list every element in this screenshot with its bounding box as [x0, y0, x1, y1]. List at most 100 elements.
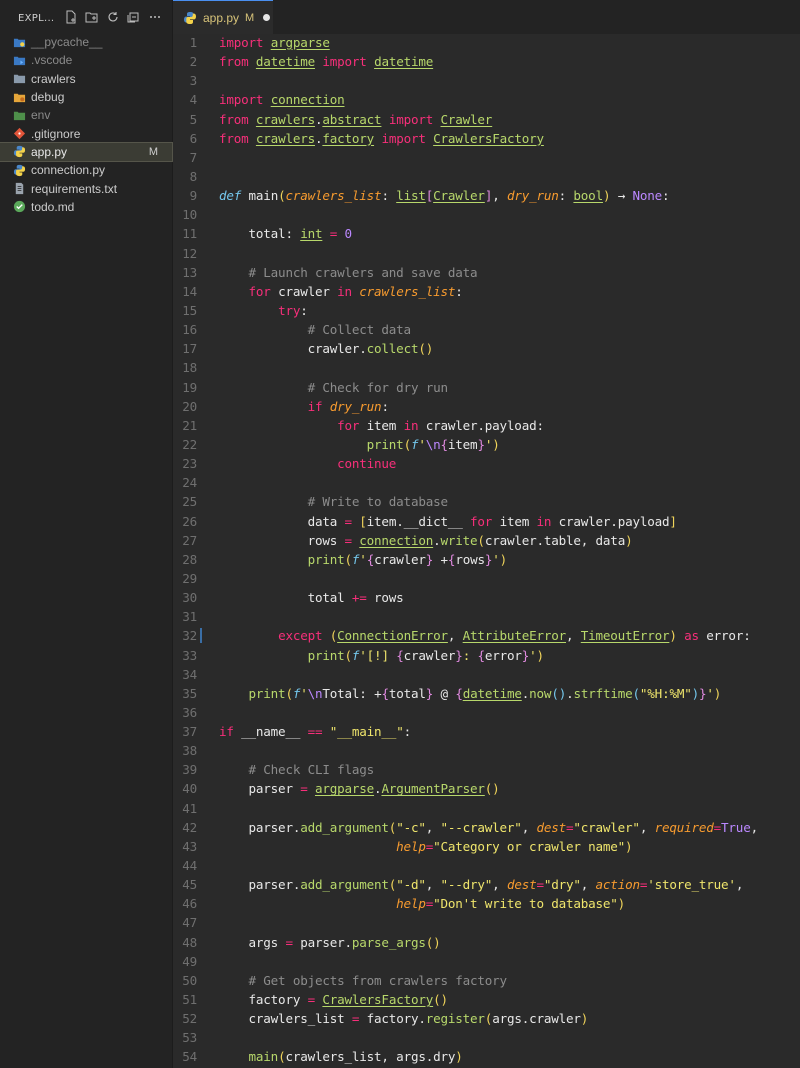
line-number: 19: [182, 379, 197, 395]
code-line: 39 # Check CLI flags: [173, 760, 800, 779]
tree-item-crawlers[interactable]: crawlers: [0, 70, 172, 88]
line-number: 51: [182, 992, 197, 1008]
line-number: 46: [182, 896, 197, 912]
tree-item-label: connection.py: [31, 163, 106, 178]
tree-item-label: .vscode: [31, 53, 73, 68]
tree-item-env[interactable]: env: [0, 106, 172, 124]
line-number: 20: [182, 398, 197, 414]
code-line: 46 help="Don't write to database"): [173, 894, 800, 913]
tree-item-label: todo.md: [31, 199, 75, 214]
line-number: 14: [182, 283, 197, 299]
line-number: 18: [182, 360, 197, 376]
code-line: 38: [173, 741, 800, 760]
new-file-icon[interactable]: [64, 10, 78, 24]
more-icon[interactable]: [148, 10, 162, 24]
line-number: 3: [189, 73, 198, 89]
tab-app-py[interactable]: app.py M: [173, 0, 273, 34]
tree-item-app-py[interactable]: app.py M: [0, 141, 173, 163]
tree-item-label: __pycache__: [31, 35, 103, 50]
line-number: 30: [182, 590, 197, 606]
tree-item-connection-py[interactable]: connection.py: [0, 161, 172, 179]
code-line: 21 for item in crawler.payload:: [173, 416, 800, 435]
tree-item-todo[interactable]: todo.md: [0, 198, 172, 216]
tree-item-label: debug: [31, 90, 65, 105]
code-line: 14 for crawler in crawlers_list:: [173, 282, 800, 301]
line-number: 13: [182, 264, 197, 280]
collapse-icon[interactable]: [127, 10, 141, 24]
code-line: 13 # Launch crawlers and save data: [173, 263, 800, 282]
unsaved-dot-icon[interactable]: [263, 14, 271, 21]
git-change-marker[interactable]: [200, 628, 202, 644]
line-number: 24: [182, 475, 197, 491]
line-number: 40: [182, 781, 197, 797]
code-line: 18: [173, 358, 800, 377]
code-line: 5 from crawlers.abstract import Crawler: [173, 110, 800, 129]
code-area[interactable]: 1 import argparse 2 from datetime import d…: [173, 33, 800, 1067]
code-line: 42 parser.add_argument("-c", "--crawler"…: [173, 818, 800, 837]
markdown-icon: [12, 200, 26, 214]
code-line: 51 factory = CrawlersFactory(): [173, 990, 800, 1009]
code-line: 33 print(f'[!] {crawler}: {error}'): [173, 646, 800, 665]
code-line: 24: [173, 473, 800, 492]
line-number: 43: [182, 838, 197, 854]
line-number: 54: [182, 1049, 197, 1065]
line-number: 4: [189, 92, 198, 108]
code-line: 44: [173, 856, 800, 875]
code-line: 31: [173, 607, 800, 626]
python-icon: [12, 163, 26, 177]
code-line: 7: [173, 148, 800, 167]
refresh-icon[interactable]: [106, 10, 120, 24]
code-line: 30 total += rows: [173, 588, 800, 607]
line-number: 28: [182, 551, 197, 567]
code-line: 16 # Collect data: [173, 320, 800, 339]
tree-item-debug[interactable]: debug: [0, 88, 172, 106]
tree-item-pycache[interactable]: __pycache__: [0, 33, 172, 51]
code-line: 17 crawler.collect(): [173, 339, 800, 358]
line-number: 49: [182, 953, 197, 969]
code-line: 49: [173, 952, 800, 971]
file-tree: __pycache__ .vscode crawlers debug env .…: [0, 33, 173, 216]
code-line: 12: [173, 244, 800, 263]
tree-item-requirements[interactable]: requirements.txt: [0, 179, 172, 197]
line-number: 10: [182, 207, 197, 223]
line-number: 11: [182, 226, 197, 242]
code-line: 26 data = [item.__dict__ for item in cra…: [173, 512, 800, 531]
code-line: 4 import connection: [173, 90, 800, 109]
line-number: 35: [182, 685, 197, 701]
line-number: 17: [182, 341, 197, 357]
tree-item-label: app.py: [31, 144, 68, 159]
git-icon: [12, 127, 26, 141]
tree-item-label: crawlers: [31, 71, 76, 86]
code-line: 11 total: int = 0: [173, 224, 800, 243]
tab-modified-flag: M: [245, 11, 255, 24]
tree-item-vscode[interactable]: .vscode: [0, 51, 172, 69]
folder-env-icon: [12, 108, 26, 122]
line-number: 36: [182, 704, 197, 720]
line-number: 2: [189, 54, 198, 70]
code-line: 3: [173, 71, 800, 90]
code-line: 34: [173, 665, 800, 684]
code-line: 41: [173, 799, 800, 818]
folder-python-icon: [12, 35, 26, 49]
line-number: 23: [182, 456, 197, 472]
python-icon: [12, 145, 26, 159]
line-number: 15: [182, 302, 197, 318]
code-editor[interactable]: 1 import argparse 2 from datetime import d…: [173, 34, 800, 1068]
tree-item-label: .gitignore: [31, 126, 81, 141]
line-number: 27: [182, 532, 197, 548]
tree-item-label: requirements.txt: [31, 181, 118, 196]
line-number: 48: [182, 934, 197, 950]
tree-item-label: env: [31, 108, 51, 123]
tree-item-gitignore[interactable]: .gitignore: [0, 124, 172, 142]
code-line: 2 from datetime import datetime: [173, 52, 800, 71]
code-line: 35 print(f'\nTotal: +{total} @ {datetime…: [173, 684, 800, 703]
code-line: 27 rows = connection.write(crawler.table…: [173, 531, 800, 550]
line-number: 25: [182, 494, 197, 510]
code-line: 40 parser = argparse.ArgumentParser(): [173, 779, 800, 798]
line-number: 9: [189, 188, 198, 204]
new-folder-icon[interactable]: [85, 10, 99, 24]
code-line: 43 help="Category or crawler name"): [173, 837, 800, 856]
code-line: 23 continue: [173, 454, 800, 473]
explorer-sidebar: EXPL... __pycache__ .vscode crawlers deb…: [0, 0, 173, 1068]
python-icon: [183, 11, 197, 25]
